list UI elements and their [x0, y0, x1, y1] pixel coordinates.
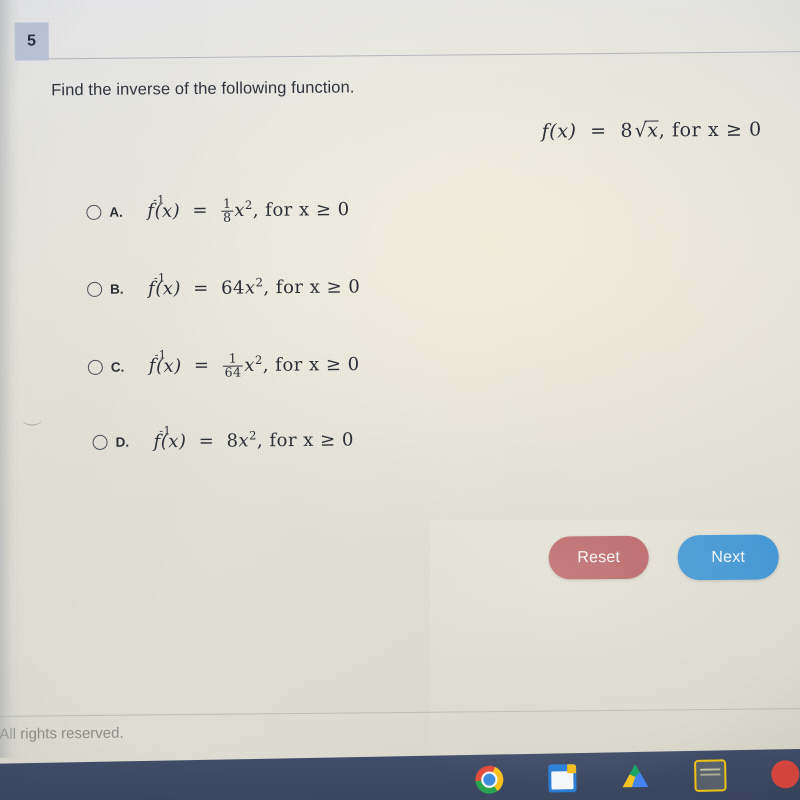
option-letter-d: D. — [115, 434, 130, 450]
opt-b-variable: x — [244, 276, 256, 298]
next-button-label: Next — [711, 548, 746, 566]
opt-c-equals: = — [193, 355, 210, 377]
opt-d-coefficient: 8 — [226, 430, 239, 452]
opt-d-condition: , for x ≥ 0 — [256, 428, 354, 451]
radio-button-a[interactable] — [86, 204, 102, 220]
option-c-expression: f -1 (x) = 1 64 x2, for x ≥ 0 — [149, 348, 360, 380]
opt-d-equals: = — [198, 430, 215, 452]
option-b-expression: f -1 (x) = 64x2, for x ≥ 0 — [148, 271, 361, 299]
question-number-tab[interactable]: 5 — [14, 22, 49, 61]
opt-a-fraction: 18 — [221, 195, 234, 225]
opt-c-variable: x — [244, 354, 256, 376]
opt-a-variable: x — [234, 199, 246, 221]
footer-copyright: All rights reserved. — [0, 724, 124, 743]
answer-option-b[interactable]: B. f -1 (x) = 64x2, for x ≥ 0 — [87, 271, 361, 304]
reset-button[interactable]: Reset — [548, 535, 649, 580]
opt-b-equals: = — [193, 277, 209, 299]
question-prompt: Find the inverse of the following functi… — [51, 78, 355, 100]
answer-option-a[interactable]: A. f -1 (x) = 1 8 x2, for x ≥ 0 — [86, 194, 350, 227]
radio-button-c[interactable] — [87, 359, 103, 375]
stem-coefficient: 8 — [620, 119, 634, 142]
opt-c-inv: -1 — [154, 348, 167, 362]
square-root-icon: √ x — [634, 119, 659, 142]
tab-underline-rule — [48, 51, 800, 60]
footer-divider — [0, 707, 800, 717]
stem-radicand: x — [647, 119, 659, 142]
opt-c-power: 2 — [254, 352, 263, 367]
chrome-icon[interactable] — [475, 765, 504, 794]
opt-a-condition: , for x ≥ 0 — [252, 198, 350, 221]
stray-pen-mark — [22, 412, 43, 426]
notes-app-icon[interactable] — [694, 759, 727, 792]
function-stem: f(x) = 8√ x, for x ≥ 0 — [542, 119, 762, 143]
quiz-page: 5 Find the inverse of the following func… — [0, 0, 800, 800]
opt-a-denominator: 8 — [221, 209, 234, 225]
opt-c-numerator: 1 — [228, 350, 238, 366]
answer-option-c[interactable]: C. f -1 (x) = 1 64 x2, for x ≥ 0 — [87, 348, 360, 382]
answer-option-d[interactable]: D. f -1 (x) = 8x2, for x ≥ 0 — [92, 424, 354, 457]
radio-button-b[interactable] — [87, 281, 103, 297]
next-button[interactable]: Next — [677, 534, 779, 581]
radio-button-d[interactable] — [92, 434, 108, 450]
reset-button-label: Reset — [577, 548, 621, 566]
taskbar-icon-group — [475, 758, 800, 796]
photo-backdrop: 5 Find the inverse of the following func… — [0, 0, 800, 800]
stem-equals: = — [590, 120, 607, 143]
opt-b-coefficient: 64 — [220, 276, 246, 299]
google-drive-icon[interactable] — [621, 763, 650, 792]
calendar-icon[interactable] — [548, 764, 577, 793]
stem-condition: , for x ≥ 0 — [658, 118, 762, 142]
option-letter-a: A. — [109, 204, 123, 220]
opt-c-denominator: 64 — [223, 364, 244, 380]
opt-b-inv: -1 — [153, 270, 166, 284]
option-d-expression: f -1 (x) = 8x2, for x ≥ 0 — [153, 424, 354, 452]
opt-a-inv: -1 — [152, 193, 165, 207]
option-letter-c: C. — [110, 359, 125, 375]
option-a-expression: f -1 (x) = 1 8 x2, for x ≥ 0 — [147, 193, 350, 225]
opt-c-condition: , for x ≥ 0 — [262, 353, 360, 376]
question-number-label: 5 — [27, 32, 37, 50]
option-letter-b: B. — [110, 281, 124, 297]
opt-b-condition: , for x ≥ 0 — [263, 275, 361, 298]
opt-a-numerator: 1 — [222, 195, 232, 211]
opt-a-equals: = — [192, 200, 209, 222]
opt-c-fraction: 1 64 — [223, 350, 244, 380]
stem-fx: f(x) — [541, 120, 577, 143]
red-app-icon[interactable] — [771, 759, 800, 789]
opt-d-variable: x — [238, 429, 250, 452]
opt-d-inv: -1 — [159, 423, 172, 437]
